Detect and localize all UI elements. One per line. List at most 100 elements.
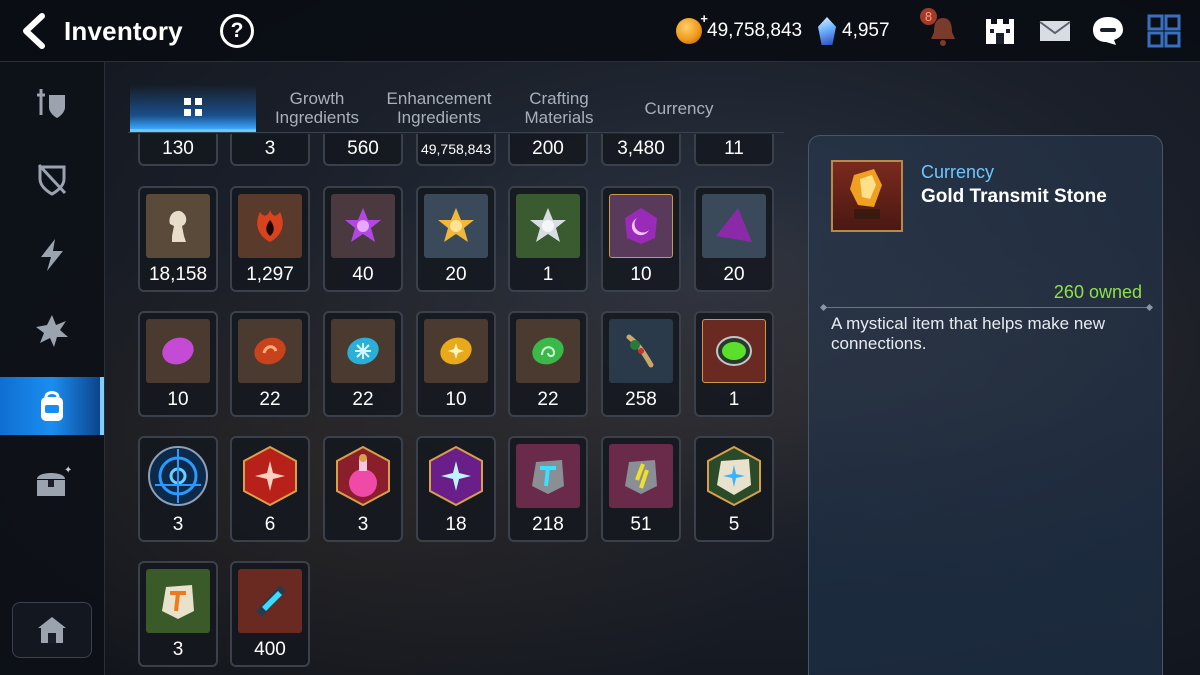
- back-button[interactable]: [16, 12, 54, 50]
- sidebar-item-energy[interactable]: [0, 226, 104, 284]
- item-thumbnail: [238, 444, 302, 508]
- fire-leaf-icon: [257, 210, 283, 242]
- item-thumbnail: [238, 194, 302, 258]
- chat-button[interactable]: [1090, 14, 1126, 48]
- tab-crafting-materials[interactable]: Crafting Materials: [496, 84, 622, 132]
- item-cell[interactable]: 1,297: [230, 186, 310, 292]
- item-quantity: 6: [264, 514, 276, 535]
- item-quantity: 400: [254, 639, 286, 660]
- item-cell[interactable]: 3: [323, 436, 403, 542]
- yellow-rune-stone-icon: [625, 460, 657, 494]
- purple-flower-icon: [345, 208, 381, 242]
- grid-menu-icon: [1147, 14, 1181, 48]
- item-cell[interactable]: 22: [508, 311, 588, 417]
- item-cell[interactable]: 1: [508, 186, 588, 292]
- tab-enhancement-ingredients[interactable]: Enhancement Ingredients: [376, 84, 502, 132]
- sidebar-item-home[interactable]: [12, 602, 92, 658]
- item-cell[interactable]: 18: [416, 436, 496, 542]
- lightning-icon: [41, 239, 63, 271]
- item-quantity: 200: [532, 138, 564, 159]
- gold-transmit-stone-icon: [850, 169, 882, 219]
- item-thumbnail: [424, 194, 488, 258]
- house-icon: [38, 617, 66, 643]
- tab-currency[interactable]: Currency: [616, 84, 742, 132]
- item-thumbnail: [702, 194, 766, 258]
- item-quantity: 51: [630, 514, 652, 535]
- item-cell[interactable]: 20: [416, 186, 496, 292]
- tab-all[interactable]: [130, 84, 256, 132]
- item-cell[interactable]: 10: [416, 311, 496, 417]
- item-thumbnail: [146, 569, 210, 633]
- item-quantity: 22: [537, 389, 559, 410]
- ice-rune-icon: [347, 337, 379, 365]
- potion-icon: [336, 445, 390, 507]
- item-thumbnail: [609, 319, 673, 383]
- tab-divider: [128, 132, 784, 133]
- crystal-currency[interactable]: 4,957: [818, 17, 890, 45]
- svg-text:✦: ✦: [64, 465, 71, 476]
- guild-button[interactable]: [982, 14, 1018, 48]
- item-cell[interactable]: 10: [138, 311, 218, 417]
- item-thumbnail: [146, 194, 210, 258]
- item-quantity: 22: [259, 389, 281, 410]
- fire-rune-icon: [254, 337, 286, 365]
- item-quantity: 560: [347, 138, 379, 159]
- item-cell[interactable]: 5: [694, 436, 774, 542]
- red-star-stone-icon: [243, 445, 297, 507]
- item-cell[interactable]: 51: [601, 436, 681, 542]
- tab-growth-ingredients[interactable]: Growth Ingredients: [254, 84, 380, 132]
- sidebar-item-defense[interactable]: [0, 150, 104, 208]
- help-button[interactable]: ?: [220, 14, 254, 48]
- item-quantity: 1: [728, 389, 740, 410]
- purple-star-stone-icon: [429, 445, 483, 507]
- item-thumbnail: [424, 319, 488, 383]
- item-cell[interactable]: 3: [138, 561, 218, 667]
- item-cell[interactable]: 6: [230, 436, 310, 542]
- item-thumbnail: [702, 319, 766, 383]
- item-cell[interactable]: 1: [694, 311, 774, 417]
- detail-owned-count: 260 owned: [1053, 282, 1142, 302]
- item-quantity: 18,158: [148, 264, 208, 285]
- item-quantity: 1: [542, 264, 554, 285]
- sidebar-item-hero[interactable]: [0, 74, 104, 132]
- back-arrow-icon: [23, 13, 45, 49]
- item-quantity: 130: [162, 138, 194, 159]
- sidebar-item-inventory[interactable]: [0, 377, 104, 435]
- item-quantity: 11: [724, 138, 744, 159]
- item-cell[interactable]: 40: [323, 186, 403, 292]
- sidebar-item-battle[interactable]: [0, 302, 104, 360]
- page-title: Inventory: [64, 16, 183, 46]
- item-cell[interactable]: 200: [508, 134, 588, 166]
- item-cell[interactable]: 22: [230, 311, 310, 417]
- item-cell[interactable]: 3,480: [601, 134, 681, 166]
- item-cell[interactable]: 10: [601, 186, 681, 292]
- mail-button[interactable]: [1037, 14, 1073, 48]
- item-cell[interactable]: 3: [230, 134, 310, 166]
- grid-icon: [184, 97, 202, 116]
- item-cell[interactable]: 18,158: [138, 186, 218, 292]
- green-orb-icon: [716, 336, 752, 366]
- item-quantity: 3: [357, 514, 369, 535]
- item-cell[interactable]: 400: [230, 561, 310, 667]
- gold-flower-icon: [438, 208, 474, 242]
- sidebar-item-storage[interactable]: ✦: [0, 454, 104, 512]
- item-quantity: 10: [630, 264, 652, 285]
- item-cell[interactable]: 218: [508, 436, 588, 542]
- item-grid: 130 3 560 49,758,843 200 3,480 11 18,158…: [128, 134, 784, 675]
- item-cell[interactable]: 130: [138, 134, 218, 166]
- item-thumbnail: [609, 194, 673, 258]
- item-cell[interactable]: 22: [323, 311, 403, 417]
- gold-currency[interactable]: + 49,758,843: [676, 11, 802, 45]
- item-cell[interactable]: 258: [601, 311, 681, 417]
- chest-icon: ✦: [37, 465, 71, 496]
- item-quantity: 3: [264, 138, 276, 159]
- item-cell[interactable]: 560: [323, 134, 403, 166]
- item-cell[interactable]: 20: [694, 186, 774, 292]
- menu-button[interactable]: [1146, 14, 1182, 48]
- item-cell[interactable]: 49,758,843: [416, 134, 496, 166]
- top-bar: Inventory ? + 49,758,843 4,957 8: [0, 0, 1200, 62]
- item-cell[interactable]: 3: [138, 436, 218, 542]
- item-cell[interactable]: 11: [694, 134, 774, 166]
- burst-icon: [36, 315, 68, 347]
- item-quantity: 20: [723, 264, 745, 285]
